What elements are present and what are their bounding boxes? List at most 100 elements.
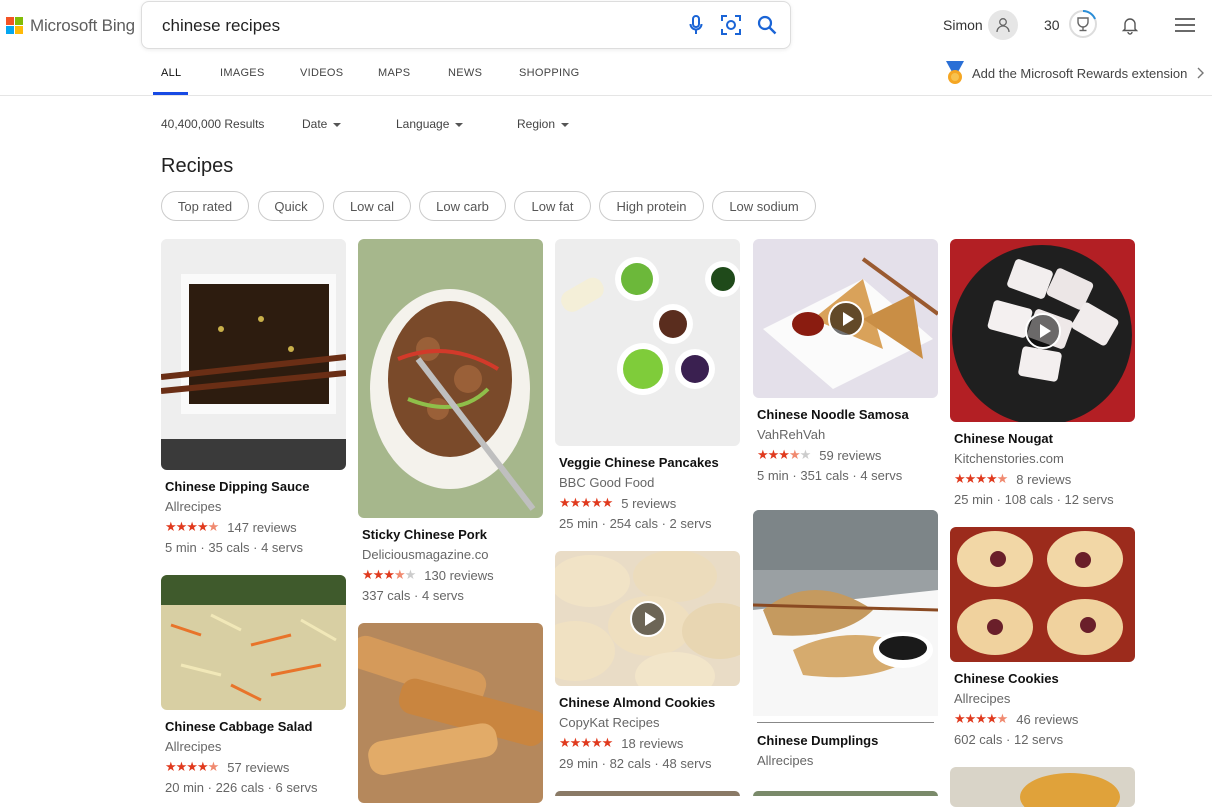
rewards-trophy-icon[interactable] <box>1068 9 1098 39</box>
recipe-image[interactable] <box>753 510 938 716</box>
play-video-icon[interactable] <box>1024 312 1061 349</box>
recipe-card[interactable]: Chinese Cookies Allrecipes ★★★★★ 46 revie… <box>950 527 1135 747</box>
recipe-card[interactable]: Chinese Nougat Kitchenstories.com ★★★★★ 8… <box>950 239 1135 507</box>
recipe-source: Allrecipes <box>954 691 1011 706</box>
recipe-image[interactable] <box>161 575 346 710</box>
review-count: 18 reviews <box>621 735 684 751</box>
recipe-image[interactable] <box>555 551 740 686</box>
chip-low-cal[interactable]: Low cal <box>333 191 411 221</box>
region-filter[interactable]: Region <box>517 117 570 131</box>
recipe-source: BBC Good Food <box>559 475 655 490</box>
recipe-card[interactable]: Chinese Almond Cookies CopyKat Recipes ★… <box>555 551 740 771</box>
tab-news[interactable]: NEWS <box>448 67 482 79</box>
recipe-rating: ★★★★★ 59 reviews <box>757 447 938 463</box>
tab-images[interactable]: IMAGES <box>220 67 265 79</box>
header-divider <box>0 95 1212 96</box>
language-filter[interactable]: Language <box>396 117 464 131</box>
recipe-image[interactable] <box>753 791 938 796</box>
chip-low-sodium[interactable]: Low sodium <box>712 191 816 221</box>
recipe-image[interactable] <box>358 239 543 518</box>
recipe-rating: ★★★★★ 18 reviews <box>559 735 740 751</box>
recipe-source: CopyKat Recipes <box>559 715 660 730</box>
recipe-title[interactable]: Veggie Chinese Pancakes <box>559 455 740 470</box>
search-icon[interactable] <box>755 13 779 37</box>
section-title: Recipes <box>161 155 234 177</box>
tab-all[interactable]: ALL <box>161 67 181 79</box>
recipe-image[interactable] <box>950 239 1135 422</box>
recipe-meta: 5 min · 35 cals · 4 servs <box>165 540 303 555</box>
recipe-card[interactable]: Chinese Dipping Sauce Allrecipes ★★★★★ 14… <box>161 239 346 555</box>
review-count: 5 reviews <box>621 495 677 511</box>
chip-low-fat[interactable]: Low fat <box>514 191 591 221</box>
recipe-card[interactable]: Sticky Chinese Pork Deliciousmagazine.co… <box>358 239 543 603</box>
review-count: 147 reviews <box>227 519 297 535</box>
hamburger-menu-icon[interactable] <box>1174 16 1196 34</box>
recipe-image[interactable] <box>358 623 543 803</box>
review-count: 130 reviews <box>424 567 494 583</box>
recipe-card[interactable]: Chinese Cabbage Salad Allrecipes ★★★★★ 57… <box>161 575 346 795</box>
recipe-rating: ★★★★★ 5 reviews <box>559 495 740 511</box>
chip-quick[interactable]: Quick <box>258 191 324 221</box>
extension-prompt-text: Add the Microsoft Rewards extension <box>972 65 1188 81</box>
results-count: 40,400,000 Results <box>161 117 265 131</box>
recipe-rating: ★★★★★ 147 reviews <box>165 519 346 535</box>
tab-shopping[interactable]: SHOPPING <box>519 67 579 79</box>
recipe-meta: 29 min · 82 cals · 48 servs <box>559 756 712 771</box>
recipe-card[interactable]: Chinese Dumplings Allrecipes <box>753 510 938 768</box>
search-box[interactable]: chinese recipes <box>141 1 791 49</box>
recipe-title[interactable]: Chinese Cabbage Salad <box>165 719 346 734</box>
medal-icon <box>946 61 964 84</box>
recipe-rating: ★★★★★ 8 reviews <box>954 471 1135 487</box>
recipe-title[interactable]: Chinese Noodle Samosa <box>757 407 938 422</box>
recipe-card[interactable] <box>950 767 1135 807</box>
star-rating-icon: ★★★★★ <box>165 759 219 774</box>
recipe-image[interactable] <box>950 767 1135 807</box>
rewards-points[interactable]: 30 <box>1044 17 1060 33</box>
recipe-image[interactable] <box>161 239 346 470</box>
recipe-title[interactable]: Chinese Dumplings <box>757 733 938 748</box>
play-video-icon[interactable] <box>629 600 666 637</box>
caret-down-icon <box>561 122 570 127</box>
review-count: 57 reviews <box>227 759 290 775</box>
tab-maps[interactable]: MAPS <box>378 67 410 79</box>
review-count: 8 reviews <box>1016 471 1072 487</box>
recipe-source: Allrecipes <box>165 499 222 514</box>
recipe-title[interactable]: Chinese Cookies <box>954 671 1135 686</box>
avatar[interactable] <box>988 10 1018 40</box>
recipe-card[interactable]: Veggie Chinese Pancakes BBC Good Food ★★… <box>555 239 740 531</box>
recipe-source: Deliciousmagazine.co <box>362 547 489 562</box>
notifications-bell-icon[interactable] <box>1120 15 1140 35</box>
microphone-icon[interactable] <box>684 13 708 37</box>
date-filter[interactable]: Date <box>302 117 342 131</box>
chip-top-rated[interactable]: Top rated <box>161 191 249 221</box>
recipe-rating: ★★★★★ 57 reviews <box>165 759 346 775</box>
caret-down-icon <box>455 122 464 127</box>
visual-search-icon[interactable] <box>719 13 743 37</box>
star-rating-icon: ★★★★★ <box>757 447 811 462</box>
rewards-extension-link[interactable]: Add the Microsoft Rewards extension <box>942 60 1205 86</box>
recipe-title[interactable]: Chinese Dipping Sauce <box>165 479 346 494</box>
recipe-title[interactable]: Chinese Almond Cookies <box>559 695 740 710</box>
recipe-image[interactable] <box>753 239 938 398</box>
chevron-right-icon <box>1197 67 1205 79</box>
image-divider <box>757 722 934 723</box>
chip-high-protein[interactable]: High protein <box>599 191 704 221</box>
review-count: 46 reviews <box>1016 711 1079 727</box>
review-count: 59 reviews <box>819 447 882 463</box>
bing-logo[interactable]: Microsoft Bing <box>6 14 135 38</box>
chip-low-carb[interactable]: Low carb <box>419 191 506 221</box>
recipe-title[interactable]: Sticky Chinese Pork <box>362 527 543 542</box>
user-name[interactable]: Simon <box>943 17 983 33</box>
recipe-image[interactable] <box>555 239 740 446</box>
play-video-icon[interactable] <box>827 300 864 337</box>
star-rating-icon: ★★★★★ <box>559 495 613 510</box>
recipe-card[interactable]: Chinese Noodle Samosa VahRehVah ★★★★★ 59 … <box>753 239 938 483</box>
recipe-title[interactable]: Chinese Nougat <box>954 431 1135 446</box>
search-input[interactable]: chinese recipes <box>162 16 280 36</box>
star-rating-icon: ★★★★★ <box>362 567 416 582</box>
tab-videos[interactable]: VIDEOS <box>300 67 343 79</box>
recipe-card[interactable] <box>358 623 543 803</box>
star-rating-icon: ★★★★★ <box>165 519 219 534</box>
recipe-image[interactable] <box>950 527 1135 662</box>
recipe-image[interactable] <box>555 791 740 796</box>
